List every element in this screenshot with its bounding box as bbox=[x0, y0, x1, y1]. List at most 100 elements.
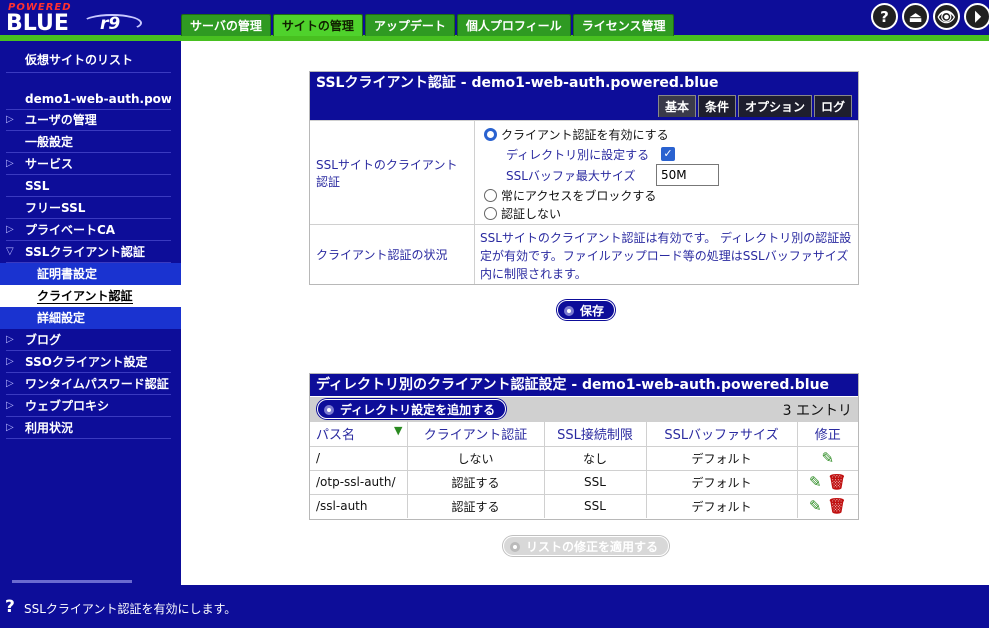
sidebar-item-label: ブログ bbox=[25, 333, 62, 347]
sidebar-item-label: SSLクライアント認証 bbox=[25, 245, 145, 259]
add-directory-button[interactable]: ディレクトリ設定を追加する bbox=[317, 399, 507, 419]
panel-tabs: 基本 条件 オプション ログ bbox=[656, 95, 852, 117]
tab-profile[interactable]: 個人プロフィール bbox=[456, 14, 571, 36]
save-button[interactable]: 保存 bbox=[557, 300, 616, 320]
sidebar-item-label: 詳細設定 bbox=[37, 311, 86, 325]
expand-triangle-icon: ▷ bbox=[6, 400, 14, 411]
eject-icon[interactable]: ⏏ bbox=[902, 3, 929, 30]
sidebar-item-usage[interactable]: ▷ 利用状況 bbox=[6, 417, 171, 439]
sidebar-item-label: フリーSSL bbox=[25, 201, 86, 215]
row-value: クライアント認証を有効にする ディレクトリ別に設定する ✓ SSLバッファ最大サ… bbox=[476, 121, 858, 224]
sidebar-item-services[interactable]: ▷ サービス bbox=[6, 153, 171, 175]
save-button-label: 保存 bbox=[580, 304, 605, 318]
logout-icon[interactable]: ⏵ bbox=[964, 3, 989, 30]
cell-client-auth: 認証する bbox=[407, 493, 545, 518]
tab-license[interactable]: ライセンス管理 bbox=[572, 14, 675, 36]
expand-triangle-icon: ▷ bbox=[6, 422, 14, 433]
sidebar: 仮想サイトのリスト demo1-web-auth.powere ▷ユーザの管理 … bbox=[0, 41, 181, 585]
column-header-path[interactable]: パス名 ▼ bbox=[310, 422, 408, 447]
cell-buffer-size: デフォルト bbox=[646, 493, 798, 518]
radio-block[interactable] bbox=[484, 189, 497, 202]
sidebar-item-general[interactable]: 一般設定 bbox=[6, 131, 171, 153]
sidebar-item-label: サービス bbox=[25, 157, 74, 171]
sidebar-item-sso[interactable]: ▷ SSOクライアント設定 bbox=[6, 351, 171, 373]
sidebar-item-ssl[interactable]: SSL bbox=[6, 175, 171, 197]
radio-none[interactable] bbox=[484, 207, 497, 220]
sidebar-item-label: SSL bbox=[25, 179, 50, 193]
sidebar-item-ssl-client-auth[interactable]: ▽ SSLクライアント認証 bbox=[6, 241, 171, 263]
panel-toolbar: ディレクトリ設定を追加する 3 エントリ bbox=[310, 397, 858, 422]
trash-icon[interactable]: 🗑 bbox=[828, 473, 847, 491]
cell-path: / bbox=[310, 445, 408, 470]
eye-icon[interactable]: 👁 bbox=[933, 3, 960, 30]
sidebar-item-otp[interactable]: ▷ ワンタイムパスワード認証 bbox=[6, 373, 171, 395]
sidebar-item-label: クライアント認証 bbox=[37, 289, 133, 304]
sidebar-item-label: 仮想サイトのリスト bbox=[25, 53, 134, 67]
apply-button-label: リストの修正を適用する bbox=[526, 540, 659, 554]
tab-basic[interactable]: 基本 bbox=[657, 95, 696, 117]
sidebar-sub-client-auth[interactable]: クライアント認証 bbox=[0, 285, 181, 307]
sidebar-sub-cert-settings[interactable]: 証明書設定 bbox=[0, 263, 181, 285]
per-directory-checkbox[interactable]: ✓ bbox=[661, 147, 675, 161]
row-label: クライアント認証の状況 bbox=[310, 225, 475, 284]
table-header-row: パス名 ▼ クライアント認証 SSL接続制限 SSLバッファサイズ 修正 bbox=[310, 422, 858, 447]
column-header-buffer-size: SSLバッファサイズ bbox=[646, 422, 798, 447]
column-header-edit: 修正 bbox=[797, 422, 858, 447]
sidebar-site-name[interactable]: demo1-web-auth.powere bbox=[6, 88, 171, 110]
button-dot-icon bbox=[510, 542, 520, 552]
cell-ssl-restrict: SSL bbox=[544, 469, 647, 494]
button-dot-icon bbox=[564, 306, 574, 316]
tab-options[interactable]: オプション bbox=[737, 95, 812, 117]
cell-buffer-size: デフォルト bbox=[646, 445, 798, 470]
status-bar: ? SSLクライアント認証を有効にします。 bbox=[0, 585, 989, 628]
pencil-icon[interactable]: ✎ bbox=[809, 473, 822, 491]
sidebar-sub-advanced[interactable]: 詳細設定 bbox=[0, 307, 181, 329]
buffer-size-label: SSLバッファ最大サイズ bbox=[506, 169, 636, 183]
table-row: /otp-ssl-auth/ 認証する SSL デフォルト ✎ 🗑 bbox=[310, 469, 858, 494]
client-auth-status-row: クライアント認証の状況 SSLサイトのクライアント認証は有効です。 ディレクトリ… bbox=[310, 224, 858, 284]
cell-edit: ✎ bbox=[797, 445, 858, 470]
sidebar-item-label: ユーザの管理 bbox=[25, 113, 97, 127]
radio-enable[interactable] bbox=[484, 128, 497, 141]
toolbar-icons: ? ⏏ 👁 ⏵ bbox=[871, 3, 989, 30]
expand-triangle-icon: ▷ bbox=[6, 334, 14, 345]
tab-log[interactable]: ログ bbox=[813, 95, 852, 117]
column-header-ssl-restrict: SSL接続制限 bbox=[544, 422, 647, 447]
radio-block-label: 常にアクセスをブロックする bbox=[501, 189, 657, 203]
tab-conditions[interactable]: 条件 bbox=[697, 95, 736, 117]
panel-title: ディレクトリ別のクライアント認証設定 - demo1-web-auth.powe… bbox=[310, 374, 858, 396]
radio-none-label: 認証しない bbox=[501, 207, 562, 221]
trash-icon[interactable]: 🗑 bbox=[828, 497, 847, 515]
help-icon[interactable]: ? bbox=[871, 3, 898, 30]
column-label: パス名 bbox=[316, 428, 356, 444]
logo-blue-text: BLUE bbox=[6, 11, 69, 36]
tab-site-admin[interactable]: サイトの管理 bbox=[272, 14, 363, 36]
expand-triangle-icon: ▷ bbox=[6, 378, 14, 389]
expand-triangle-icon: ▷ bbox=[6, 114, 14, 125]
sidebar-virtual-site-list[interactable]: 仮想サイトのリスト bbox=[6, 48, 171, 73]
help-icon: ? bbox=[5, 597, 15, 617]
status-description: SSLサイトのクライアント認証は有効です。 ディレクトリ別の認証設定が有効です。… bbox=[480, 231, 852, 281]
buffer-size-input[interactable]: 50M bbox=[656, 164, 719, 186]
sort-desc-icon[interactable]: ▼ bbox=[394, 424, 402, 437]
top-navigation: サーバの管理 サイトの管理 アップデート 個人プロフィール ライセンス管理 bbox=[181, 14, 676, 36]
ssl-client-auth-panel: SSLクライアント認証 - demo1-web-auth.powered.blu… bbox=[309, 71, 859, 285]
sidebar-scrollbar[interactable] bbox=[12, 580, 132, 583]
table-row: /ssl-auth 認証する SSL デフォルト ✎ 🗑 bbox=[310, 493, 858, 518]
pencil-icon[interactable]: ✎ bbox=[821, 449, 834, 467]
panel-title: SSLクライアント認証 - demo1-web-auth.powered.blu… bbox=[310, 72, 858, 94]
pencil-icon[interactable]: ✎ bbox=[809, 497, 822, 515]
tab-server-admin[interactable]: サーバの管理 bbox=[181, 14, 271, 36]
sidebar-item-blog[interactable]: ▷ ブログ bbox=[6, 329, 171, 351]
sidebar-item-free-ssl[interactable]: フリーSSL bbox=[6, 197, 171, 219]
apply-list-changes-button[interactable]: リストの修正を適用する bbox=[503, 536, 670, 556]
sidebar-item-private-ca[interactable]: ▷ プライベートCA bbox=[6, 219, 171, 241]
cell-path: /ssl-auth bbox=[310, 493, 408, 518]
tab-update[interactable]: アップデート bbox=[364, 14, 455, 36]
panel-header: SSLクライアント認証 - demo1-web-auth.powered.blu… bbox=[310, 72, 858, 96]
powered-blue-logo: POWERED BLUE r9 bbox=[4, 2, 154, 36]
expand-triangle-icon: ▷ bbox=[6, 158, 14, 169]
sidebar-item-users[interactable]: ▷ ユーザの管理 bbox=[6, 109, 171, 131]
radio-enable-label: クライアント認証を有効にする bbox=[501, 128, 669, 142]
sidebar-item-web-proxy[interactable]: ▷ ウェブプロキシ bbox=[6, 395, 171, 417]
